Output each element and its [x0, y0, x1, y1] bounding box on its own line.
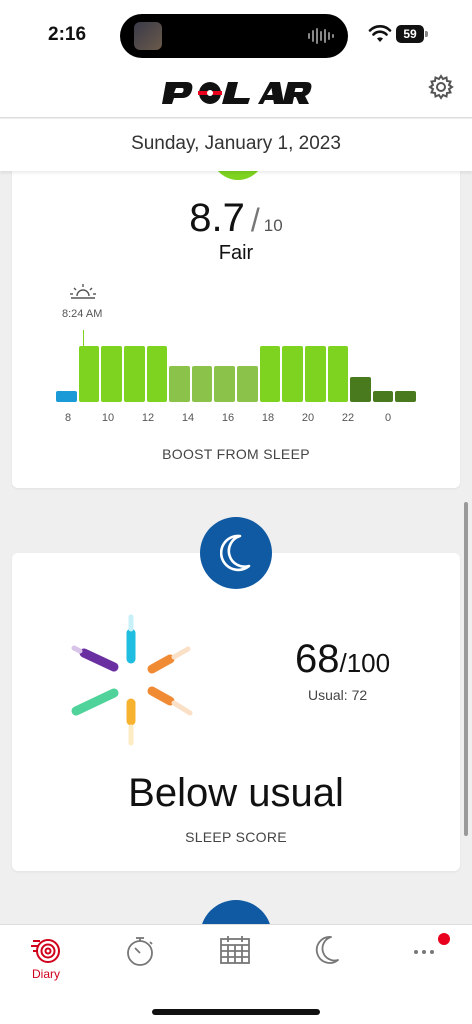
app-header	[0, 66, 472, 118]
chart-bar	[259, 346, 281, 402]
status-time: 2:16	[48, 24, 87, 45]
polar-logo	[162, 82, 312, 104]
chart-bar	[350, 376, 371, 402]
chart-tick-label: 14	[181, 412, 195, 424]
moon-icon	[220, 534, 251, 572]
diary-icon	[31, 939, 60, 963]
chart-bar	[169, 365, 190, 402]
moon-icon	[315, 936, 339, 964]
dynamic-island[interactable]	[120, 14, 348, 58]
chart-bar	[304, 346, 326, 402]
tab-training[interactable]	[110, 931, 170, 985]
boost-label: BOOST FROM SLEEP	[162, 446, 310, 462]
chart-tick-label: 22	[341, 412, 355, 424]
chart-tick-label: 16	[221, 412, 235, 424]
sleep-score-max: /100	[339, 648, 391, 678]
sunrise-icon	[70, 284, 96, 299]
chart-bar	[146, 346, 168, 402]
chart-bar	[327, 346, 349, 402]
recharge-score: 8.7/10	[12, 196, 460, 241]
sleep-score-label: SLEEP SCORE	[185, 829, 287, 845]
recharge-value: 8.7	[189, 196, 245, 240]
boost-chart-ticks: 8 10 12 14 16 18 20 22 0	[56, 412, 416, 426]
home-indicator[interactable]	[152, 1009, 320, 1015]
chart-tick-label: 18	[261, 412, 275, 424]
recharge-grade: Fair	[218, 242, 254, 264]
chart-bar	[101, 346, 122, 402]
sleep-score-card[interactable]: 68/100 Usual: 72 Below usual SLEEP SCORE	[12, 553, 460, 871]
scrollbar[interactable]	[464, 502, 468, 836]
status-bar: 2:16 59	[0, 0, 472, 66]
chart-bar	[123, 346, 145, 402]
sleep-score-value: 68/100	[295, 637, 390, 682]
sleep-score-number: 68	[295, 637, 340, 681]
now-playing-thumbnail	[134, 22, 162, 50]
calendar-icon	[220, 936, 250, 964]
wifi-icon	[368, 25, 392, 42]
nightly-recharge-card[interactable]: 8.7/10 Fair 8:24 AM 8 10 12 14 16 18 20 22 0 BOO…	[12, 150, 460, 488]
chart-bar	[237, 365, 258, 402]
sleep-score-visual	[71, 614, 193, 746]
chart-bar	[56, 390, 77, 402]
selected-date[interactable]: Sunday, January 1, 2023	[0, 119, 472, 171]
stopwatch-icon	[127, 937, 153, 966]
wake-time: 8:24 AM	[62, 308, 103, 320]
recharge-max: 10	[263, 216, 283, 235]
chart-tick-label: 20	[301, 412, 315, 424]
tab-diary-label: Diary	[31, 967, 60, 981]
more-icon	[414, 950, 434, 954]
chart-bar	[282, 346, 303, 402]
sleep-verdict: Below usual	[128, 771, 344, 815]
boost-chart	[56, 346, 416, 402]
sleep-badge	[200, 517, 272, 589]
notification-badge	[438, 933, 450, 945]
chart-bar	[191, 365, 213, 402]
chart-bar	[214, 365, 235, 402]
chart-bar	[78, 346, 100, 402]
tab-diary[interactable]: Diary	[16, 931, 76, 985]
chart-tick-label: 12	[141, 412, 155, 424]
tab-calendar[interactable]	[205, 931, 265, 985]
chart-bar	[372, 390, 394, 402]
gear-icon[interactable]	[428, 74, 454, 100]
battery-icon: 59	[396, 25, 428, 43]
chart-tick-label: 10	[101, 412, 115, 424]
tab-sleep[interactable]	[298, 931, 358, 985]
chart-tick-label: 0	[384, 412, 392, 424]
recharge-slash: /	[250, 202, 260, 238]
sleep-usual: Usual: 72	[308, 687, 368, 703]
audio-wave-icon	[308, 27, 334, 45]
tab-bar: Diary	[0, 924, 472, 1024]
chart-tick-label: 8	[64, 412, 72, 424]
chart-bar	[395, 390, 416, 402]
